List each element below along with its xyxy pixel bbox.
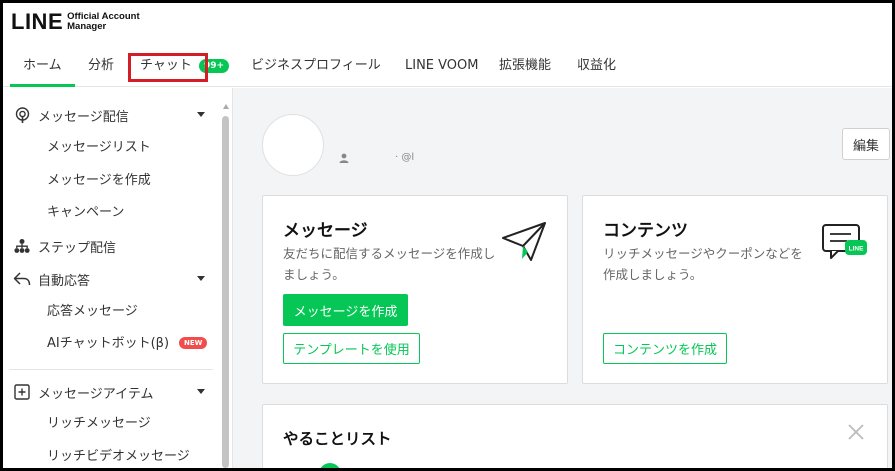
line-chat-bubble-icon: LINE [821, 223, 869, 265]
chevron-down-icon[interactable] [197, 112, 205, 117]
scroll-up-arrow-icon[interactable] [223, 104, 229, 109]
account-avatar[interactable] [262, 114, 324, 176]
content-card: コンテンツ リッチメッセージやクーポンなどを作成しましょう。 LINE コンテン… [582, 195, 888, 384]
sidebar-item-campaign[interactable]: キャンペーン [47, 197, 124, 229]
close-icon[interactable] [847, 423, 867, 443]
message-card: メッセージ 友だちに配信するメッセージを作成しましょう。 メッセージを作成 テン… [262, 195, 568, 384]
account-info: · @l [339, 152, 414, 163]
app-header: LINE Official Account Manager [3, 3, 892, 45]
sidebar-item-ai-chatbot[interactable]: AIチャットボット(β) NEW [47, 328, 208, 360]
use-template-button[interactable]: テンプレートを使用 [283, 333, 420, 364]
new-badge: NEW [179, 337, 208, 349]
tab-monetization[interactable]: 収益化 [577, 45, 616, 87]
paper-plane-icon [501, 220, 547, 268]
chevron-down-icon[interactable] [197, 276, 205, 281]
line-oa-logo[interactable]: LINE Official Account Manager [11, 9, 140, 35]
sidebar-item-auto-reply[interactable]: 自動応答 [3, 263, 215, 295]
todo-list-card: やることリスト [262, 404, 888, 468]
sidebar-item-reply-message[interactable]: 応答メッセージ [47, 296, 138, 328]
sidebar-item-rich-message[interactable]: リッチメッセージ [47, 408, 151, 440]
tab-analytics[interactable]: 分析 [88, 45, 114, 87]
tab-line-voom[interactable]: LINE VOOM [405, 45, 479, 87]
sidebar-item-step-delivery[interactable]: ステップ配信 [3, 230, 215, 262]
create-content-button[interactable]: コンテンツを作成 [603, 333, 727, 364]
friends-icon [339, 153, 349, 163]
chat-tab-highlight [128, 53, 208, 82]
tab-home[interactable]: ホーム [10, 45, 75, 87]
hierarchy-icon [13, 237, 31, 255]
tab-business-profile[interactable]: ビジネスプロフィール [251, 45, 381, 87]
chevron-down-icon[interactable] [197, 389, 205, 394]
account-id: · @l [395, 152, 415, 163]
sidebar-item-message-items[interactable]: メッセージアイテム [3, 376, 215, 408]
message-card-description: 友だちに配信するメッセージを作成しましょう。 [283, 246, 496, 282]
broadcast-icon [13, 106, 31, 124]
reply-arrow-icon [13, 270, 31, 288]
sidebar: メッセージ配信 メッセージリスト メッセージを作成 キャンペーン ステップ配信 … [3, 88, 231, 468]
svg-text:LINE: LINE [849, 246, 864, 253]
content-card-title: コンテンツ [603, 221, 688, 241]
logo-wordmark: LINE [11, 9, 64, 34]
todo-list-title: やることリスト [283, 430, 392, 448]
progress-indicator [319, 463, 341, 468]
content-card-description: リッチメッセージやクーポンなどを作成しましょう。 [603, 246, 803, 282]
sidebar-item-create-message[interactable]: メッセージを作成 [47, 165, 151, 197]
create-message-button[interactable]: メッセージを作成 [283, 294, 408, 326]
main-content: · @l 編集 メッセージ 友だちに配信するメッセージを作成しましょう。 メッセ… [232, 88, 892, 468]
sidebar-item-rich-video-message[interactable]: リッチビデオメッセージ [47, 441, 190, 468]
message-card-title: メッセージ [283, 221, 368, 241]
logo-subtitle: Official Account Manager [67, 11, 140, 32]
sidebar-divider [9, 369, 213, 370]
sidebar-item-message-list[interactable]: メッセージリスト [47, 132, 151, 164]
sidebar-item-broadcast[interactable]: メッセージ配信 [3, 99, 215, 131]
sidebar-scrollbar[interactable] [220, 88, 231, 468]
plus-square-icon [13, 383, 31, 401]
scrollbar-thumb[interactable] [222, 116, 229, 468]
tab-extensions[interactable]: 拡張機能 [499, 45, 551, 87]
edit-profile-button[interactable]: 編集 [842, 128, 890, 160]
